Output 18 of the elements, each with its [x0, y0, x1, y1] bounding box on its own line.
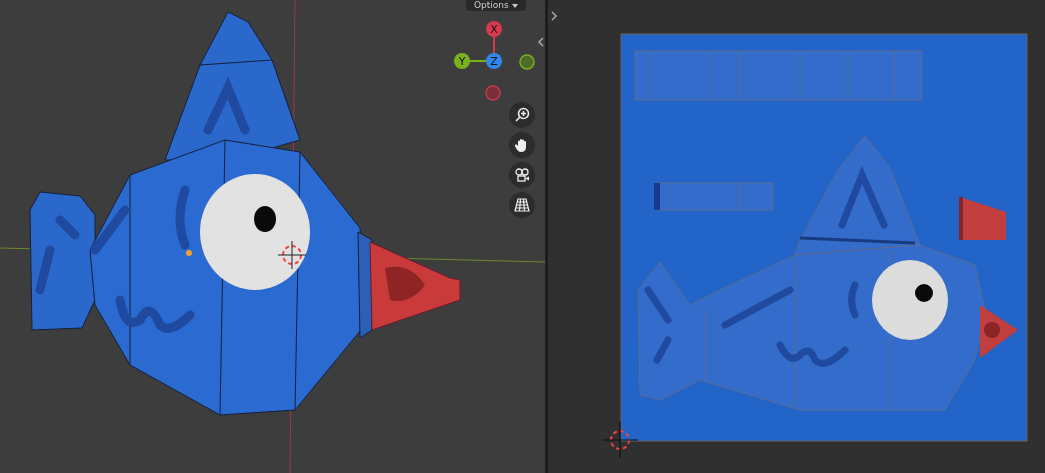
origin-dot — [186, 250, 192, 256]
zoom-icon — [514, 107, 530, 123]
negative-axis-button[interactable] — [519, 54, 535, 70]
chevron-right-icon[interactable] — [550, 10, 558, 22]
camera-icon — [514, 167, 530, 183]
3d-cursor-icon — [277, 240, 307, 270]
axis-button[interactable]: X — [486, 21, 502, 37]
axis-button[interactable]: Y — [454, 53, 470, 69]
camera-view-button[interactable] — [509, 162, 535, 188]
caret-icon — [511, 4, 518, 8]
zoom-button[interactable] — [509, 102, 535, 128]
pan-button[interactable] — [509, 132, 535, 158]
grid-icon — [514, 197, 530, 213]
chevron-left-icon[interactable] — [537, 36, 545, 48]
options-button[interactable]: Options — [466, 0, 526, 11]
2d-cursor-icon — [600, 420, 640, 460]
perspective-button[interactable] — [509, 192, 535, 218]
axis-button[interactable]: Z — [486, 53, 502, 69]
